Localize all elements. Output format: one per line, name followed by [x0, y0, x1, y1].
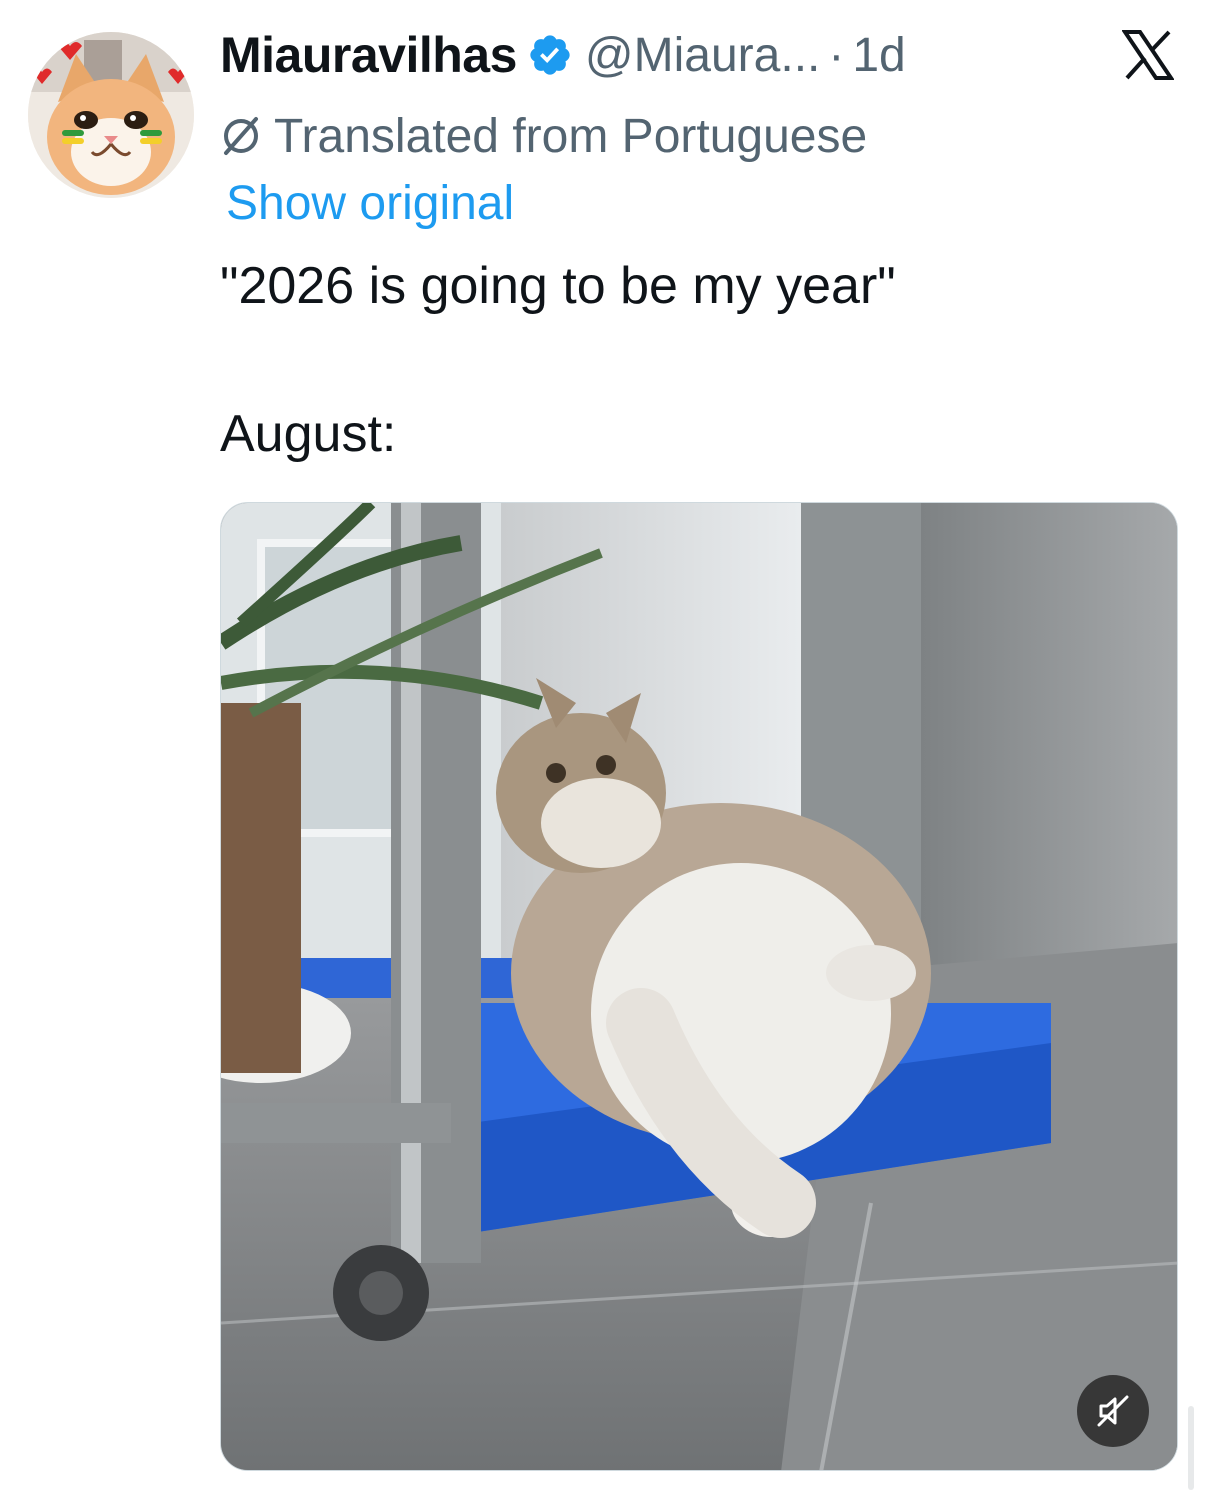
- translation-label: Translated from Portuguese: [274, 109, 868, 163]
- separator-dot: ·: [828, 28, 845, 82]
- scrollbar[interactable]: [1188, 1406, 1194, 1490]
- x-logo-icon[interactable]: [1121, 30, 1175, 80]
- post-video[interactable]: [220, 502, 1178, 1471]
- post-header: Miauravilhas @Miaura... · 1d: [220, 22, 906, 88]
- video-frame-cat-lounging: [221, 503, 1177, 1470]
- post-text-line-2: August:: [220, 405, 397, 463]
- translation-note: Translated from Portuguese: [220, 106, 867, 166]
- timestamp[interactable]: 1d: [852, 28, 905, 83]
- muted-speaker-icon: [1097, 1395, 1129, 1427]
- handle[interactable]: @Miaura...: [585, 28, 820, 83]
- verified-badge-icon: [527, 32, 573, 78]
- show-original-link[interactable]: Show original: [226, 176, 514, 231]
- translate-icon: [220, 115, 262, 157]
- post-text-line-1: "2026 is going to be my year": [220, 257, 896, 315]
- mute-toggle-button[interactable]: [1077, 1375, 1149, 1447]
- avatar[interactable]: [28, 32, 194, 198]
- display-name[interactable]: Miauravilhas: [220, 26, 517, 84]
- avatar-cat-image: [28, 32, 194, 198]
